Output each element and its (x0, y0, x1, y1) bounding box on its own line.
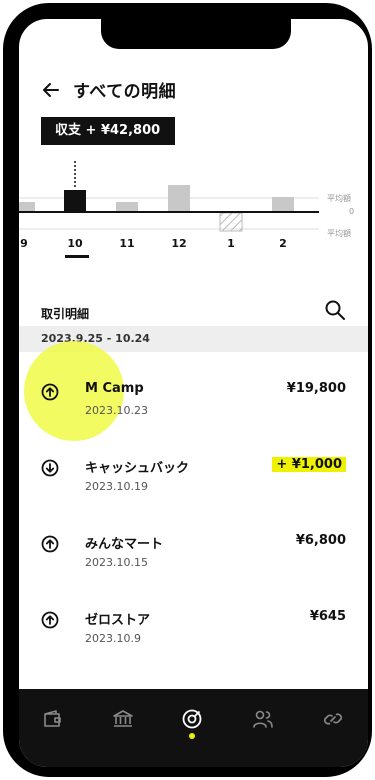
x-tick-label[interactable]: 1 (216, 237, 246, 250)
chart-tooltip: 収支 + ¥42,800 (41, 117, 175, 145)
arrow-up-circle-icon (41, 383, 59, 401)
transaction-name: ゼロストア (85, 613, 151, 628)
transaction-amount: ¥6,800 (295, 533, 346, 548)
selected-month-indicator (65, 255, 89, 258)
x-tick-label[interactable]: 12 (164, 237, 194, 250)
activity-icon[interactable] (180, 707, 204, 731)
x-tick-label[interactable]: 10 (60, 237, 90, 250)
header: すべての明細 (41, 77, 176, 102)
active-indicator (189, 733, 195, 739)
transaction-name: M Camp (85, 381, 144, 396)
transaction-date: 2023.10.19 (85, 480, 148, 493)
transaction-row[interactable]: キャッシュバック 2023.10.19 + ¥1,000 (19, 443, 368, 513)
zero-label: 0 (349, 207, 355, 216)
transaction-date: 2023.10.23 (85, 404, 148, 417)
x-tick-label[interactable]: 9 (19, 237, 39, 250)
app-screen: すべての明細 収支 + ¥42,800 平均額 0 平均額 9 10 11 12 1 2 … (19, 19, 368, 767)
transaction-amount: + ¥1,000 (272, 457, 346, 472)
transaction-date: 2023.10.9 (85, 632, 141, 645)
chart-bar-10[interactable] (64, 190, 86, 212)
wallet-icon[interactable] (41, 707, 65, 731)
x-tick-label[interactable]: 2 (268, 237, 298, 250)
chart-bar-12[interactable] (168, 185, 190, 212)
transaction-row[interactable]: M Camp 2023.10.23 ¥19,800 (19, 367, 368, 437)
bank-icon[interactable] (111, 707, 135, 731)
transaction-row[interactable]: みんなマート 2023.10.15 ¥6,800 (19, 519, 368, 589)
average-label-top: 平均額 (327, 194, 351, 203)
average-label-bottom: 平均額 (327, 229, 351, 238)
transaction-name: キャッシュバック (85, 461, 190, 476)
x-tick-label[interactable]: 11 (112, 237, 142, 250)
section-title: 取引明細 (41, 307, 90, 321)
bottom-nav (19, 689, 368, 767)
people-icon[interactable] (251, 707, 275, 731)
transaction-date: 2023.10.15 (85, 556, 148, 569)
link-icon[interactable] (321, 707, 345, 731)
chart-bar-2[interactable] (272, 197, 294, 212)
transaction-amount: ¥645 (309, 609, 346, 624)
chart-bar-1[interactable] (219, 212, 243, 232)
arrow-down-circle-icon (41, 459, 59, 477)
arrow-up-circle-icon (41, 535, 59, 553)
transaction-row[interactable]: ゼロストア 2023.10.9 ¥645 (19, 595, 368, 665)
search-icon[interactable] (324, 299, 346, 321)
chart-plot (19, 161, 319, 232)
chart-bar-9[interactable] (19, 202, 35, 212)
notch (101, 19, 291, 49)
arrow-up-circle-icon (41, 611, 59, 629)
device-frame: すべての明細 収支 + ¥42,800 平均額 0 平均額 9 10 11 12 1 2 … (3, 3, 372, 777)
chart-bar-11[interactable] (116, 202, 138, 212)
transaction-name: みんなマート (85, 537, 164, 552)
transaction-amount: ¥19,800 (286, 381, 346, 396)
page-title: すべての明細 (73, 82, 177, 102)
back-arrow-icon[interactable] (41, 80, 61, 100)
